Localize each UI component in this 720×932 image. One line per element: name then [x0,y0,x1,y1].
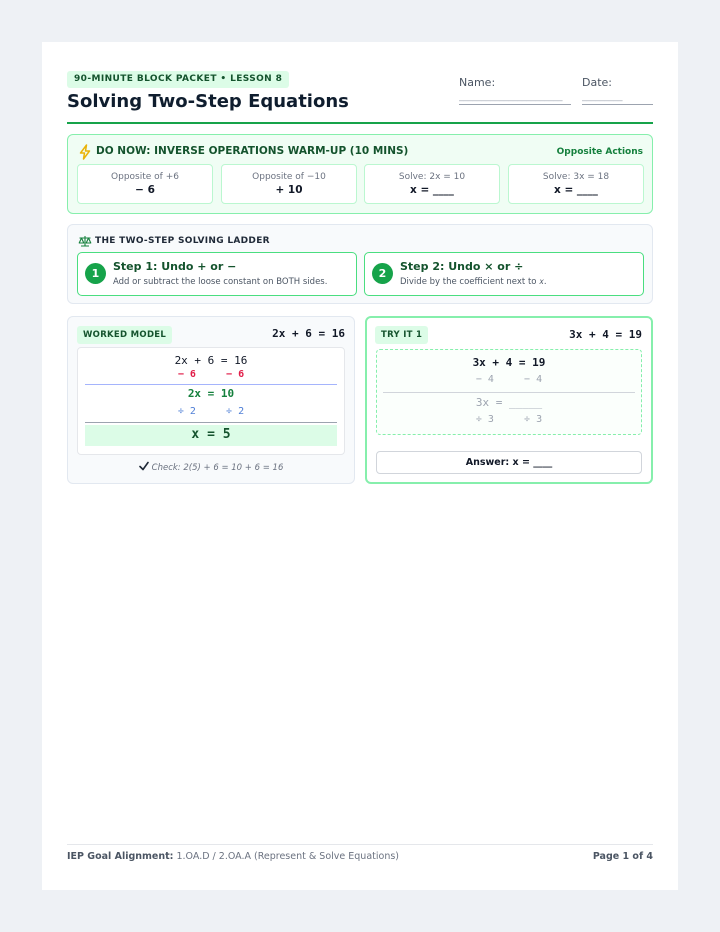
warmup-card: Solve: 3x = 18 x = ____ [508,164,644,204]
try-it-equation: 3x + 4 = 19 [569,328,642,341]
intermediate-line: 2x = 10 [187,387,235,400]
date-label: Date: [582,76,612,89]
try-it-badge: TRY IT 1 [375,326,429,344]
lesson-tag: 90-MINUTE BLOCK PACKET • LESSON 8 [67,71,290,88]
do-now-panel: DO NOW: INVERSE OPERATIONS WARM-UP (10 M… [67,134,653,214]
step-divider [85,422,337,423]
iep-alignment: IEP Goal Alignment: 1.OA.D / 2.OA.A (Rep… [67,851,399,862]
equation-line: 2x + 6 = 16 [174,354,248,367]
step-number: 2 [372,263,393,284]
worksheet-page: 90-MINUTE BLOCK PACKET • LESSON 8 Solvin… [42,42,678,890]
step-number: 1 [85,263,106,284]
step-title: Step 2: Undo × or ÷ [400,260,524,273]
page-title: Solving Two-Step Equations [67,91,349,112]
ladder-step: 1 Step 1: Undo + or − Add or subtract th… [77,252,357,296]
subtract-step: − 4 − 4 [475,374,543,385]
header-divider [67,122,653,124]
equation-line: 3x + 4 = 19 [472,356,546,369]
do-now-tagline: Opposite Actions [556,147,643,157]
worked-equation: 2x + 6 = 16 [272,327,345,340]
warmup-card: Solve: 2x = 10 x = ____ [364,164,500,204]
step-title: Step 1: Undo + or − [113,260,237,273]
answer-field[interactable]: Answer: x = ____ [376,451,642,474]
worked-model-badge: WORKED MODEL [77,326,173,344]
date-underline [582,104,653,105]
intermediate-line: 3x = _____ [475,396,543,409]
try-it-panel: TRY IT 1 3x + 4 = 19 3x + 4 = 19 − 4 − 4… [365,316,653,484]
warmup-answer[interactable]: x = ____ [365,184,499,196]
solving-ladder-panel: THE TWO-STEP SOLVING LADDER 1 Step 1: Un… [67,224,653,304]
name-label: Name: [459,76,496,89]
worked-solution-box: 2x + 6 = 16 − 6 − 6 2x = 10 ÷ 2 ÷ 2 x = … [77,347,345,455]
worked-model-panel: WORKED MODEL 2x + 6 = 16 2x + 6 = 16 − 6… [67,316,355,484]
worked-answer: x = 5 [191,427,231,442]
check-text: Check: 2(5) + 6 = 10 + 6 = 16 [151,463,284,473]
try-it-work-area[interactable]: 3x + 4 = 19 − 4 − 4 3x = _____ ÷ 3 ÷ 3 [376,349,642,435]
ladder-step: 2 Step 2: Undo × or ÷ Divide by the coef… [364,252,644,296]
date-field[interactable]: _________ [582,92,642,102]
name-field[interactable]: _______________________ [459,92,571,102]
step-divider [383,392,635,393]
warmup-prompt: Opposite of +6 [111,172,179,182]
subtract-step: − 6 − 6 [177,369,245,380]
iep-standards: 1.OA.D / 2.OA.A (Represent & Solve Equat… [173,851,399,862]
step-description: Divide by the coefficient next to 𝑥. [400,277,547,287]
step-description: Add or subtract the loose constant on BO… [113,277,328,287]
warmup-prompt: Solve: 3x = 18 [542,172,610,182]
warmup-answer: + 10 [275,184,303,196]
name-underline [459,104,571,105]
footer-divider [67,844,653,845]
iep-label: IEP Goal Alignment: [67,851,174,862]
step-divider [85,384,337,385]
checkmark-icon [138,461,149,471]
ladder-title: THE TWO-STEP SOLVING LADDER [95,236,270,246]
check-line: Check: 2(5) + 6 = 10 + 6 = 16 [68,461,354,473]
page-number: Page 1 of 4 [592,851,653,862]
warmup-prompt: Opposite of −10 [252,172,326,182]
balance-scale-icon [78,236,92,247]
divide-step: ÷ 2 ÷ 2 [177,406,245,417]
warmup-card: Opposite of −10 + 10 [221,164,357,204]
divide-step: ÷ 3 ÷ 3 [475,414,543,425]
warmup-card: Opposite of +6 − 6 [77,164,213,204]
do-now-title: DO NOW: INVERSE OPERATIONS WARM-UP (10 M… [96,145,409,157]
lightning-icon [79,144,91,160]
warmup-answer: − 6 [135,184,155,196]
warmup-prompt: Solve: 2x = 10 [398,172,466,182]
warmup-answer[interactable]: x = ____ [509,184,643,196]
